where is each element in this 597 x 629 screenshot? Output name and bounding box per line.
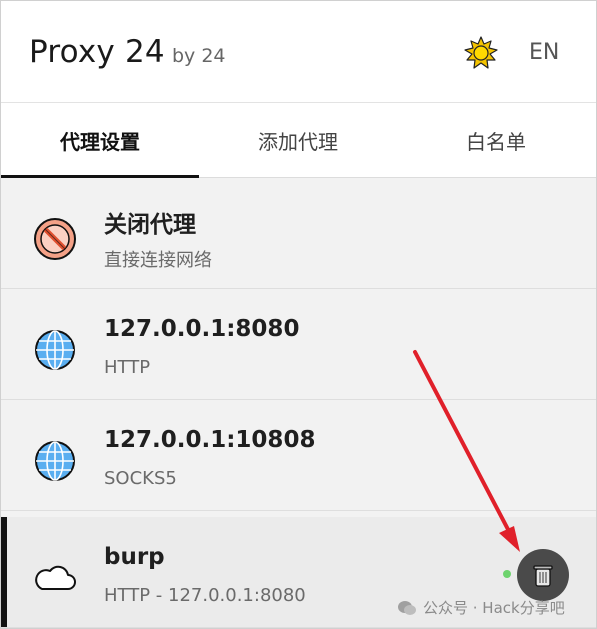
proxy-name: 关闭代理 — [104, 212, 196, 238]
globe-icon — [35, 330, 75, 370]
watermark: 公众号 · Hack分享吧 — [397, 597, 565, 618]
proxy-item-direct[interactable]: 关闭代理 直接连接网络 — [1, 178, 596, 289]
sun-icon[interactable] — [464, 36, 498, 70]
wechat-icon — [398, 600, 416, 615]
app-subtitle: by 24 — [172, 45, 226, 67]
proxy-detail: SOCKS5 — [104, 468, 177, 489]
globe-icon — [35, 441, 75, 481]
no-entry-icon — [34, 218, 76, 260]
tab-proxy-settings[interactable]: 代理设置 — [1, 103, 199, 178]
proxy-name: 127.0.0.1:10808 — [104, 427, 316, 453]
proxy-detail: 直接连接网络 — [104, 250, 212, 271]
cloud-icon — [35, 565, 76, 590]
proxy-popup: Proxy 24 by 24 EN 代理设置 添加代理 白名单 关闭代理 直接连… — [0, 0, 597, 629]
tab-bar: 代理设置 添加代理 白名单 — [1, 103, 596, 178]
proxy-detail: HTTP — [104, 357, 151, 378]
proxy-name: 127.0.0.1:8080 — [104, 316, 300, 342]
proxy-name: burp — [104, 544, 165, 570]
watermark-text: 公众号 · Hack分享吧 — [423, 599, 565, 617]
proxy-list: 关闭代理 直接连接网络 127.0.0.1:8080 HTTP 127.0.0.… — [1, 178, 596, 628]
app-title: Proxy 24 — [29, 34, 165, 70]
tab-add-proxy[interactable]: 添加代理 — [199, 103, 397, 177]
trash-icon — [533, 565, 553, 587]
language-button[interactable]: EN — [529, 40, 559, 65]
proxy-detail: HTTP - 127.0.0.1:8080 — [104, 585, 306, 606]
proxy-item-http[interactable]: 127.0.0.1:8080 HTTP — [1, 289, 596, 400]
proxy-item-socks5[interactable]: 127.0.0.1:10808 SOCKS5 — [1, 400, 596, 511]
header: Proxy 24 by 24 EN — [1, 1, 596, 103]
delete-button[interactable] — [517, 549, 569, 601]
status-dot — [503, 570, 511, 578]
tab-whitelist[interactable]: 白名单 — [397, 103, 595, 177]
